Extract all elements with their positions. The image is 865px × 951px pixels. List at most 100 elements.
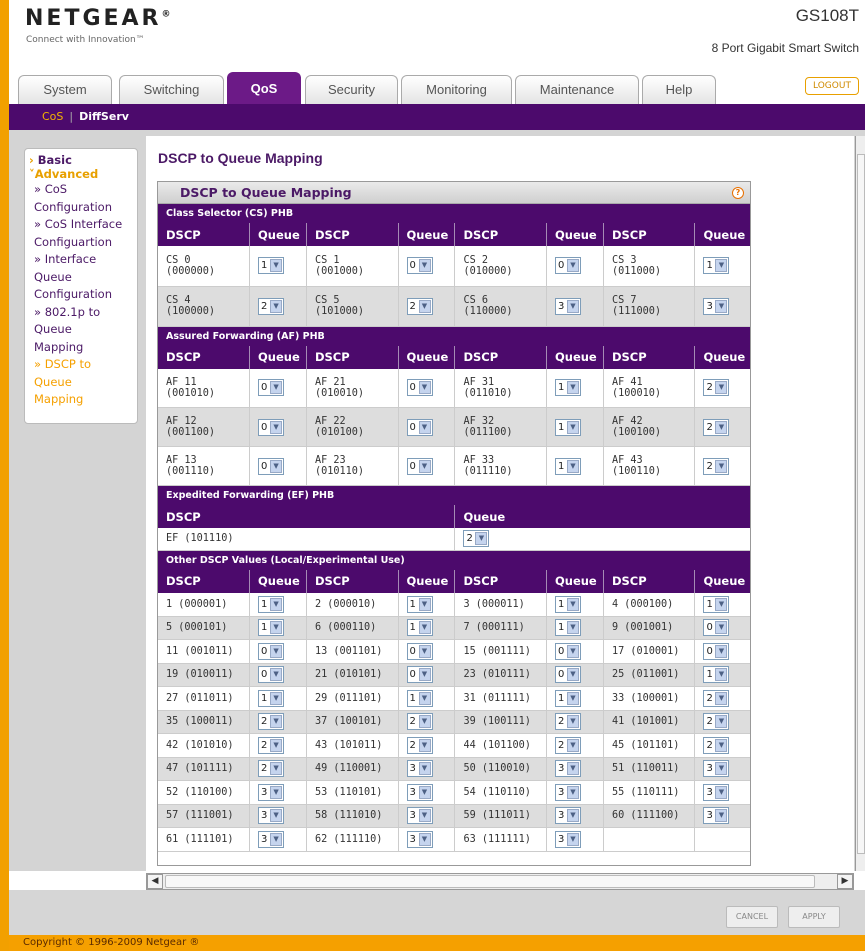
chevron-down-icon[interactable]: ▼: [418, 832, 431, 846]
chevron-down-icon[interactable]: ▼: [566, 381, 579, 395]
chevron-down-icon[interactable]: ▼: [418, 259, 431, 273]
sidebar-item-interface-queue-2[interactable]: Queue: [29, 269, 137, 287]
queue-select[interactable]: 3 ▼: [406, 807, 433, 825]
sidebar-item-dscp-2[interactable]: Queue: [29, 374, 137, 392]
chevron-down-icon[interactable]: ▼: [566, 259, 579, 273]
queue-select[interactable]: 0 ▼: [703, 642, 730, 660]
chevron-down-icon[interactable]: ▼: [418, 381, 431, 395]
chevron-down-icon[interactable]: ▼: [566, 459, 579, 473]
queue-select[interactable]: 2 ▼: [406, 713, 433, 731]
queue-select[interactable]: 3 ▼: [554, 807, 581, 825]
sidebar-basic[interactable]: › Basic: [29, 153, 137, 167]
chevron-down-icon[interactable]: ▼: [715, 785, 728, 799]
chevron-down-icon[interactable]: ▼: [566, 621, 579, 635]
queue-select[interactable]: 1 ▼: [554, 689, 581, 707]
chevron-down-icon[interactable]: ▼: [270, 762, 283, 776]
queue-select[interactable]: 2 ▼: [703, 457, 730, 475]
chevron-down-icon[interactable]: ▼: [270, 459, 283, 473]
chevron-down-icon[interactable]: ▼: [566, 738, 579, 752]
cancel-button[interactable]: CANCEL: [726, 906, 778, 928]
chevron-down-icon[interactable]: ▼: [270, 785, 283, 799]
queue-select[interactable]: 0 ▼: [258, 457, 285, 475]
chevron-down-icon[interactable]: ▼: [418, 691, 431, 705]
queue-select[interactable]: 1 ▼: [703, 257, 730, 275]
queue-select[interactable]: 0 ▼: [258, 418, 285, 436]
chevron-down-icon[interactable]: ▼: [715, 259, 728, 273]
queue-select[interactable]: 3 ▼: [406, 830, 433, 848]
tab-qos[interactable]: QoS: [227, 72, 301, 104]
queue-select[interactable]: 1 ▼: [258, 619, 285, 637]
chevron-down-icon[interactable]: ▼: [566, 785, 579, 799]
chevron-down-icon[interactable]: ▼: [418, 715, 431, 729]
scroll-thumb[interactable]: [165, 875, 815, 888]
chevron-down-icon[interactable]: ▼: [715, 621, 728, 635]
chevron-down-icon[interactable]: ▼: [566, 809, 579, 823]
chevron-down-icon[interactable]: ▼: [715, 644, 728, 658]
queue-select[interactable]: 2 ▼: [258, 760, 285, 778]
chevron-down-icon[interactable]: ▼: [566, 762, 579, 776]
chevron-down-icon[interactable]: ▼: [418, 420, 431, 434]
sidebar-item-8021p[interactable]: » 802.1p to: [29, 304, 137, 322]
queue-select[interactable]: 1 ▼: [554, 619, 581, 637]
chevron-down-icon[interactable]: ▼: [270, 668, 283, 682]
sidebar-item-interface-queue[interactable]: » Interface: [29, 251, 137, 269]
tab-monitoring[interactable]: Monitoring: [401, 75, 512, 104]
chevron-down-icon[interactable]: ▼: [418, 738, 431, 752]
queue-select[interactable]: 1 ▼: [554, 418, 581, 436]
subnav-cos[interactable]: CoS: [42, 110, 63, 123]
chevron-down-icon[interactable]: ▼: [270, 738, 283, 752]
chevron-down-icon[interactable]: ▼: [418, 785, 431, 799]
queue-select[interactable]: 0 ▼: [703, 619, 730, 637]
sidebar-item-dscp-3[interactable]: Mapping: [29, 391, 137, 409]
queue-select[interactable]: 3 ▼: [703, 297, 730, 315]
chevron-down-icon[interactable]: ▼: [270, 420, 283, 434]
queue-select[interactable]: 1 ▼: [258, 689, 285, 707]
queue-select[interactable]: 3 ▼: [406, 760, 433, 778]
tab-system[interactable]: System: [18, 75, 112, 104]
queue-select[interactable]: 0 ▼: [406, 457, 433, 475]
queue-select[interactable]: 0 ▼: [406, 642, 433, 660]
queue-select[interactable]: 1 ▼: [554, 457, 581, 475]
chevron-down-icon[interactable]: ▼: [715, 691, 728, 705]
chevron-down-icon[interactable]: ▼: [566, 644, 579, 658]
queue-select[interactable]: 2 ▼: [703, 736, 730, 754]
scroll-right-icon[interactable]: ▶: [837, 874, 853, 889]
chevron-down-icon[interactable]: ▼: [715, 809, 728, 823]
chevron-down-icon[interactable]: ▼: [475, 532, 488, 546]
chevron-down-icon[interactable]: ▼: [418, 644, 431, 658]
queue-select[interactable]: 2 ▼: [703, 418, 730, 436]
queue-select[interactable]: 2 ▼: [406, 297, 433, 315]
chevron-down-icon[interactable]: ▼: [566, 299, 579, 313]
chevron-down-icon[interactable]: ▼: [566, 715, 579, 729]
chevron-down-icon[interactable]: ▼: [715, 597, 728, 611]
queue-select[interactable]: 3 ▼: [406, 783, 433, 801]
chevron-down-icon[interactable]: ▼: [715, 715, 728, 729]
chevron-down-icon[interactable]: ▼: [418, 459, 431, 473]
queue-select[interactable]: 2 ▼: [703, 689, 730, 707]
queue-select[interactable]: 2 ▼: [554, 713, 581, 731]
queue-select[interactable]: 0 ▼: [258, 666, 285, 684]
queue-select[interactable]: 3 ▼: [258, 830, 285, 848]
sidebar-item-8021p-2[interactable]: Queue: [29, 321, 137, 339]
queue-select[interactable]: 1 ▼: [703, 595, 730, 613]
queue-select[interactable]: 0 ▼: [406, 418, 433, 436]
chevron-down-icon[interactable]: ▼: [566, 668, 579, 682]
help-icon[interactable]: ?: [732, 187, 744, 199]
sidebar-item-cos-config-2[interactable]: Configuration: [29, 199, 137, 217]
apply-button[interactable]: APPLY: [788, 906, 840, 928]
queue-select[interactable]: 0 ▼: [406, 379, 433, 397]
queue-select[interactable]: 3 ▼: [554, 783, 581, 801]
chevron-down-icon[interactable]: ▼: [270, 644, 283, 658]
chevron-down-icon[interactable]: ▼: [270, 691, 283, 705]
chevron-down-icon[interactable]: ▼: [270, 809, 283, 823]
queue-select[interactable]: 1 ▼: [406, 595, 433, 613]
chevron-down-icon[interactable]: ▼: [270, 832, 283, 846]
queue-select[interactable]: 0 ▼: [258, 642, 285, 660]
queue-select[interactable]: 1 ▼: [406, 619, 433, 637]
sidebar-advanced[interactable]: ˅Advanced: [29, 167, 137, 181]
horizontal-scrollbar[interactable]: ◀ ▶: [146, 873, 854, 890]
queue-select[interactable]: 2 ▼: [703, 379, 730, 397]
queue-select[interactable]: 2 ▼: [406, 736, 433, 754]
chevron-down-icon[interactable]: ▼: [715, 762, 728, 776]
queue-select[interactable]: 0 ▼: [554, 666, 581, 684]
